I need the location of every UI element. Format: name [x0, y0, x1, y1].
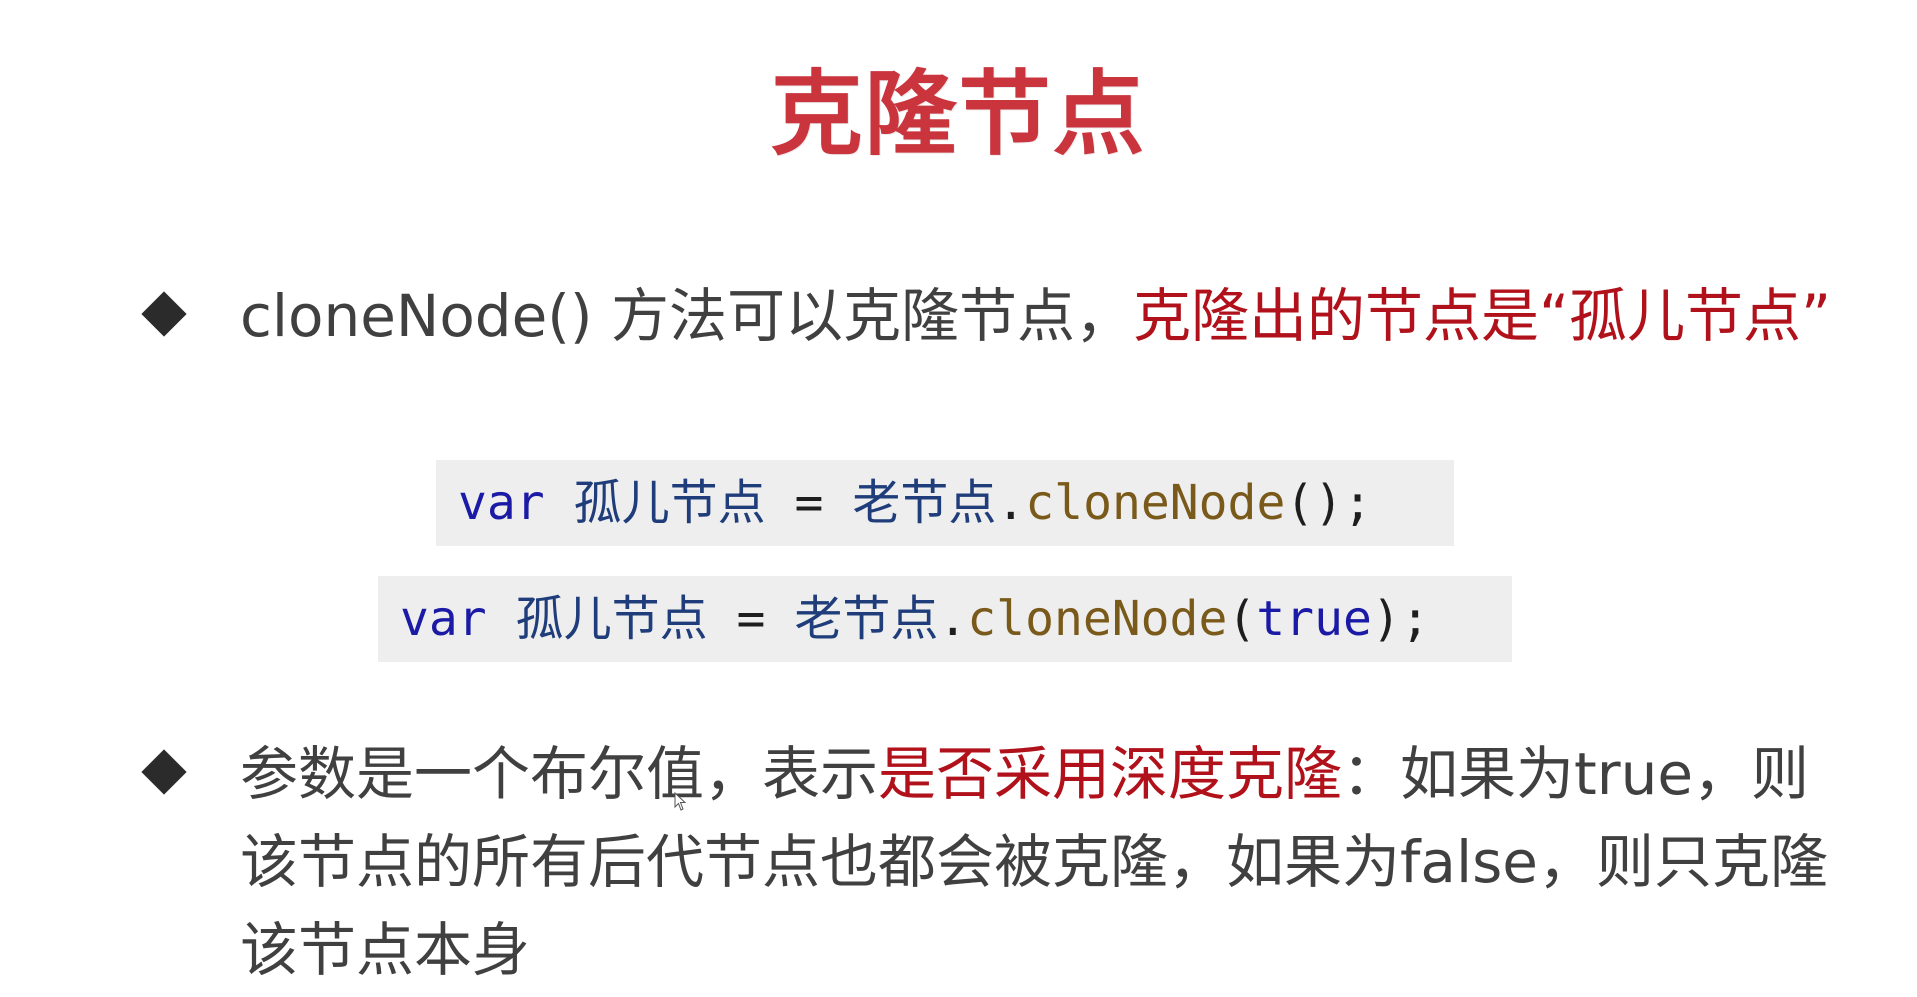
code-2-dot: . [938, 591, 968, 647]
bullet-1-text: cloneNode() 方法可以克隆节点，克隆出的节点是“孤儿节点” [240, 272, 1860, 360]
code-2-keyword: var [400, 591, 487, 647]
code-2-eq: = [736, 591, 766, 647]
bullet-2-text: 参数是一个布尔值，表示是否采用深度克隆：如果为true，则该节点的所有后代节点也… [240, 730, 1860, 994]
code-1-eq: = [794, 475, 824, 531]
code-2-method: cloneNode [967, 591, 1228, 647]
slide: 克隆节点 cloneNode() 方法可以克隆节点，克隆出的节点是“孤儿节点” … [0, 0, 1917, 997]
code-1-keyword: var [458, 475, 545, 531]
code-1-dot: . [996, 475, 1026, 531]
code-1-object: 老节点 [852, 475, 997, 531]
bullet-diamond-icon [140, 290, 200, 350]
code-2-var-name: 孤儿节点 [515, 591, 708, 647]
bullet-diamond-icon [140, 748, 200, 808]
code-1-var-name: 孤儿节点 [573, 475, 766, 531]
code-1-method: cloneNode [1025, 475, 1286, 531]
code-2-object: 老节点 [794, 591, 939, 647]
slide-title: 克隆节点 [770, 61, 1147, 168]
bullet-2-plain-1: 参数是一个布尔值，表示 [240, 740, 879, 808]
code-1-args-open: ( [1285, 475, 1315, 531]
code-2-args-close: ); [1371, 591, 1430, 647]
code-2-args: true [1256, 591, 1372, 647]
code-2-args-open: ( [1227, 591, 1257, 647]
mouse-cursor-icon [674, 792, 687, 811]
code-line-2: var 孤儿节点 = 老节点.cloneNode(true); [378, 576, 1512, 662]
bullet-1-emphasis: 克隆出的节点是“孤儿节点” [1133, 282, 1832, 350]
bullet-2-emphasis: 是否采用深度克隆 [878, 740, 1343, 808]
code-line-1: var 孤儿节点 = 老节点.cloneNode(); [436, 460, 1454, 546]
bullet-1-plain: cloneNode() 方法可以克隆节点， [240, 282, 1133, 350]
code-1-args-close: ); [1314, 475, 1373, 531]
